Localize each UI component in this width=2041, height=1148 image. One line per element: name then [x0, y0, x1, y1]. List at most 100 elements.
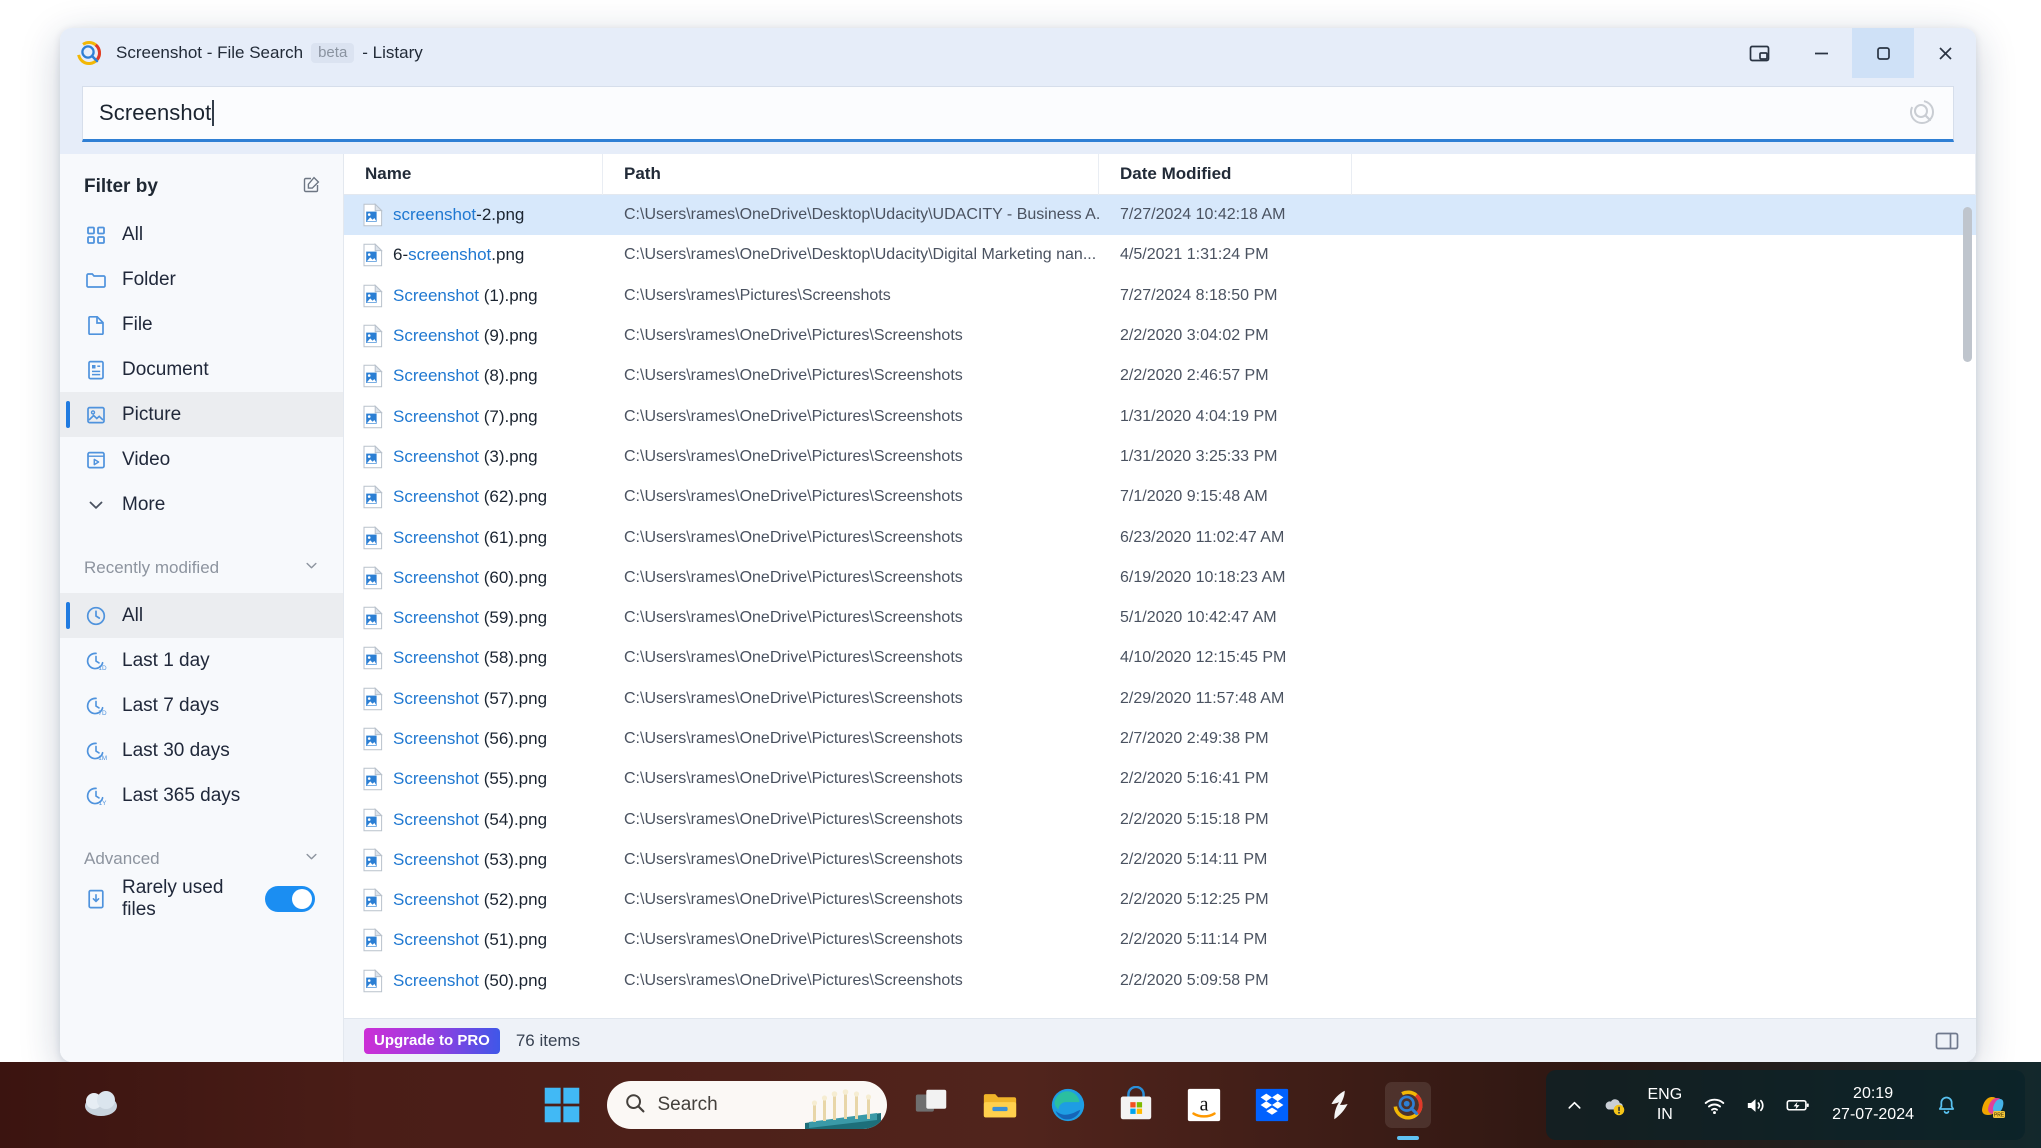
table-row[interactable]: Screenshot (60).pngC:\Users\rames\OneDri… [344, 558, 1976, 598]
volume-icon[interactable] [1735, 1070, 1776, 1140]
table-row[interactable]: Screenshot (8).pngC:\Users\rames\OneDriv… [344, 356, 1976, 396]
cell-file-name[interactable]: Screenshot (62).png [344, 485, 603, 509]
upgrade-to-pro-button[interactable]: Upgrade to PRO [364, 1028, 500, 1054]
minimize-button[interactable] [1790, 28, 1852, 78]
sidebar-recent-last-1-day[interactable]: 1D Last 1 day [60, 638, 343, 683]
cell-file-name[interactable]: screenshot-2.png [344, 203, 603, 227]
wifi-icon[interactable] [1694, 1070, 1735, 1140]
cell-file-name[interactable]: Screenshot (57).png [344, 687, 603, 711]
listary-bolt-icon[interactable] [1317, 1082, 1363, 1128]
sidebar-recent-label: Last 1 day [122, 650, 210, 672]
cell-file-name[interactable]: Screenshot (52).png [344, 888, 603, 912]
sidebar-filter-document[interactable]: Document [60, 347, 343, 392]
sidebar-filter-all[interactable]: All [60, 212, 343, 257]
table-row[interactable]: Screenshot (50).pngC:\Users\rames\OneDri… [344, 961, 1976, 1001]
cell-file-name[interactable]: Screenshot (7).png [344, 405, 603, 429]
listary-search-icon[interactable] [1905, 96, 1939, 130]
chevron-up-icon[interactable] [1556, 1070, 1593, 1140]
table-row[interactable]: 6-screenshot.pngC:\Users\rames\OneDrive\… [344, 235, 1976, 275]
cell-date-modified: 2/2/2020 5:16:41 PM [1099, 770, 1352, 788]
results-list[interactable]: screenshot-2.pngC:\Users\rames\OneDrive\… [344, 195, 1976, 1018]
table-row[interactable]: Screenshot (7).pngC:\Users\rames\OneDriv… [344, 396, 1976, 436]
taskbar-search-box[interactable]: Search [607, 1081, 887, 1129]
edit-square-icon[interactable] [302, 175, 321, 199]
cell-file-name[interactable]: Screenshot (60).png [344, 566, 603, 590]
search-input[interactable]: Screenshot [99, 100, 1905, 126]
microsoft-edge-icon[interactable] [1045, 1082, 1091, 1128]
weather-icon[interactable] [78, 1080, 124, 1126]
results-scrollbar[interactable] [1963, 199, 1972, 1014]
png-file-icon [362, 364, 383, 388]
sidebar-recent-last-30-days[interactable]: 1M Last 30 days [60, 728, 343, 773]
clock-datetime[interactable]: 20:19 27-07-2024 [1820, 1084, 1926, 1126]
table-row[interactable]: Screenshot (62).pngC:\Users\rames\OneDri… [344, 477, 1976, 517]
column-header-date-modified[interactable]: Date Modified [1099, 154, 1352, 195]
rarely-used-files-toggle[interactable] [265, 886, 315, 912]
cell-file-name[interactable]: Screenshot (3).png [344, 445, 603, 469]
bell-icon[interactable] [1926, 1070, 1967, 1140]
cell-file-name[interactable]: Screenshot (50).png [344, 969, 603, 993]
maximize-button[interactable] [1852, 28, 1914, 78]
png-file-icon [362, 485, 383, 509]
sidebar-recent-all[interactable]: All [60, 593, 343, 638]
sidebar-filter-file[interactable]: File [60, 302, 343, 347]
scrollbar-thumb[interactable] [1963, 207, 1972, 362]
chevron-down-icon[interactable] [302, 847, 321, 871]
sidebar-recent-last-7-days[interactable]: 7D Last 7 days [60, 683, 343, 728]
amazon-icon[interactable]: a [1181, 1082, 1227, 1128]
cell-file-name[interactable]: Screenshot (56).png [344, 727, 603, 751]
taskbar-center: Search [539, 1081, 1431, 1129]
cell-file-name[interactable]: 6-screenshot.png [344, 243, 603, 267]
sidebar-filter-label: All [122, 224, 143, 246]
advanced-header[interactable]: Advanced [60, 842, 343, 876]
sidebar-filter-video[interactable]: Video [60, 437, 343, 482]
windows-start-icon[interactable] [539, 1082, 585, 1128]
cell-file-name[interactable]: Screenshot (61).png [344, 526, 603, 550]
column-header-path[interactable]: Path [603, 154, 1099, 195]
table-row[interactable]: Screenshot (54).pngC:\Users\rames\OneDri… [344, 799, 1976, 839]
sidebar-filter-picture[interactable]: Picture [60, 392, 343, 437]
battery-charging-icon[interactable] [1776, 1070, 1820, 1140]
recently-modified-header[interactable]: Recently modified [60, 551, 343, 585]
table-row[interactable]: Screenshot (56).pngC:\Users\rames\OneDri… [344, 719, 1976, 759]
sidebar-more-toggle[interactable]: More [60, 482, 343, 527]
language-indicator[interactable]: ENG IN [1635, 1085, 1694, 1124]
listary-app-icon[interactable] [1385, 1082, 1431, 1128]
copilot-icon[interactable]: PRE [1967, 1070, 2015, 1140]
table-row[interactable]: Screenshot (59).pngC:\Users\rames\OneDri… [344, 598, 1976, 638]
microsoft-store-icon[interactable] [1113, 1082, 1159, 1128]
table-row[interactable]: Screenshot (57).pngC:\Users\rames\OneDri… [344, 679, 1976, 719]
table-row[interactable]: Screenshot (52).pngC:\Users\rames\OneDri… [344, 880, 1976, 920]
rarely-used-files-row[interactable]: Rarely used files [60, 876, 343, 921]
cell-file-name[interactable]: Screenshot (58).png [344, 646, 603, 670]
picture-in-picture-button[interactable] [1728, 28, 1790, 78]
cell-file-name[interactable]: Screenshot (8).png [344, 364, 603, 388]
table-row[interactable]: Screenshot (53).pngC:\Users\rames\OneDri… [344, 840, 1976, 880]
cell-file-name[interactable]: Screenshot (54).png [344, 808, 603, 832]
close-button[interactable] [1914, 28, 1976, 78]
table-row[interactable]: Screenshot (58).pngC:\Users\rames\OneDri… [344, 638, 1976, 678]
cell-file-name[interactable]: Screenshot (55).png [344, 767, 603, 791]
onedrive-warning-icon[interactable] [1593, 1070, 1635, 1140]
table-row[interactable]: Screenshot (55).pngC:\Users\rames\OneDri… [344, 759, 1976, 799]
file-explorer-icon[interactable] [977, 1082, 1023, 1128]
table-row[interactable]: Screenshot (51).pngC:\Users\rames\OneDri… [344, 920, 1976, 960]
sidebar-recent-last-365-days[interactable]: 1Y Last 365 days [60, 773, 343, 818]
cell-file-name[interactable]: Screenshot (1).png [344, 284, 603, 308]
column-header-name[interactable]: Name [344, 154, 603, 195]
cell-file-name[interactable]: Screenshot (53).png [344, 848, 603, 872]
dropbox-icon[interactable] [1249, 1082, 1295, 1128]
task-view-icon[interactable] [909, 1082, 955, 1128]
cell-file-name[interactable]: Screenshot (59).png [344, 606, 603, 630]
cell-file-name[interactable]: Screenshot (9).png [344, 324, 603, 348]
search-box[interactable]: Screenshot [82, 86, 1954, 142]
sidebar-filter-folder[interactable]: Folder [60, 257, 343, 302]
table-row[interactable]: Screenshot (61).pngC:\Users\rames\OneDri… [344, 517, 1976, 557]
table-row[interactable]: Screenshot (3).pngC:\Users\rames\OneDriv… [344, 437, 1976, 477]
table-row[interactable]: Screenshot (9).pngC:\Users\rames\OneDriv… [344, 316, 1976, 356]
table-row[interactable]: Screenshot (1).pngC:\Users\rames\Picture… [344, 276, 1976, 316]
preview-pane-icon[interactable] [1934, 1028, 1960, 1054]
table-row[interactable]: screenshot-2.pngC:\Users\rames\OneDrive\… [344, 195, 1976, 235]
cell-file-name[interactable]: Screenshot (51).png [344, 928, 603, 952]
chevron-down-icon[interactable] [302, 556, 321, 580]
